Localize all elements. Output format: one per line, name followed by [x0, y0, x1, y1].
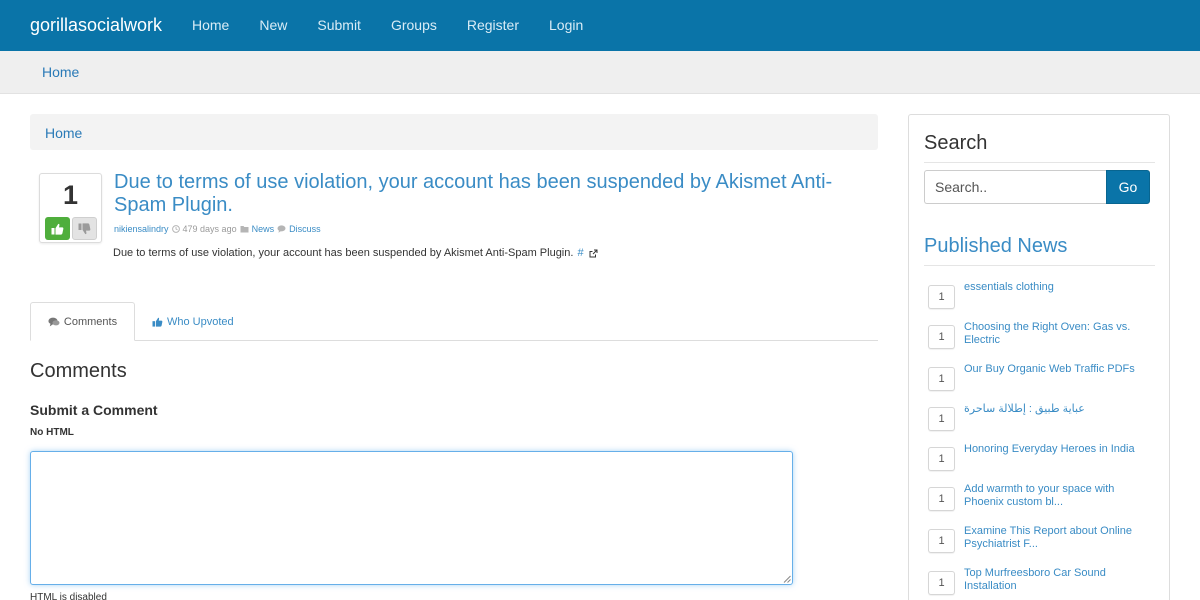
list-item: 1 Honoring Everyday Heroes in India — [928, 443, 1158, 479]
vote-box: 1 — [39, 173, 102, 243]
comment-icon — [277, 225, 286, 233]
story-description-text: Due to terms of use violation, your acco… — [113, 247, 574, 259]
list-item: 1 Examine This Report about Online Psych… — [928, 525, 1158, 561]
clock-icon — [171, 225, 180, 233]
news-title-link[interactable]: Top Murfreesboro Car Sound Installation — [964, 567, 1154, 593]
breadcrumb-home[interactable]: Home — [45, 125, 82, 141]
news-vote-badge: 1 — [928, 447, 955, 471]
external-link-icon[interactable] — [589, 249, 598, 258]
tab-comments[interactable]: Comments — [30, 302, 135, 341]
published-news-title[interactable]: Published News — [924, 235, 1067, 258]
sidebar-divider — [924, 265, 1155, 266]
nav-links: Home New Submit Groups Register Login — [177, 0, 598, 51]
news-vote-badge: 1 — [928, 367, 955, 391]
top-navbar: gorillasocialwork Home New Submit Groups… — [0, 0, 1200, 51]
search-go-button[interactable]: Go — [1106, 170, 1150, 204]
search-input[interactable] — [924, 170, 1107, 204]
news-vote-badge: 1 — [928, 407, 955, 431]
resize-grip-icon[interactable] — [783, 575, 791, 583]
list-item: 1 Our Buy Organic Web Traffic PDFs — [928, 363, 1158, 399]
tab-comments-label: Comments — [63, 315, 118, 328]
breadcrumb-bar: Home — [0, 51, 1200, 94]
downvote-button[interactable] — [72, 217, 97, 240]
story-category-link[interactable]: News — [252, 224, 275, 234]
comment-textarea[interactable] — [30, 451, 793, 585]
nav-groups[interactable]: Groups — [376, 0, 452, 51]
comments-heading: Comments — [30, 360, 127, 382]
vote-count: 1 — [62, 180, 79, 210]
folder-icon — [240, 226, 249, 233]
story-author[interactable]: nikiensalindry — [114, 224, 169, 234]
news-title-link[interactable]: Our Buy Organic Web Traffic PDFs — [964, 363, 1154, 376]
list-item: 1 essentials clothing — [928, 281, 1158, 317]
thumbs-up-outline-icon — [152, 317, 163, 327]
tab-who-upvoted-label: Who Upvoted — [167, 315, 234, 328]
thumbs-up-icon — [51, 223, 64, 235]
nav-login[interactable]: Login — [534, 0, 598, 51]
story-permalink[interactable]: # — [577, 247, 583, 259]
news-title-link[interactable]: Examine This Report about Online Psychia… — [964, 525, 1154, 551]
site-brand[interactable]: gorillasocialwork — [30, 14, 162, 36]
list-item: 1 Choosing the Right Oven: Gas vs. Elect… — [928, 321, 1158, 357]
story-meta: nikiensalindry 479 days ago News Discuss — [114, 224, 321, 234]
news-vote-badge: 1 — [928, 325, 955, 349]
nav-home[interactable]: Home — [177, 0, 244, 51]
breadcrumb-home-link[interactable]: Home — [42, 64, 79, 80]
sidebar-search-title: Search — [924, 132, 988, 154]
news-vote-badge: 1 — [928, 571, 955, 595]
story-discuss-link[interactable]: Discuss — [289, 224, 321, 234]
sidebar: Search Go Published News 1 essentials cl… — [908, 114, 1170, 600]
news-title-link[interactable]: عباية طبيق : إطلالة ساحرة — [964, 403, 1154, 416]
thumbs-down-icon — [78, 222, 91, 234]
no-html-label: No HTML — [30, 427, 74, 438]
breadcrumb: Home — [30, 114, 878, 150]
nav-new[interactable]: New — [244, 0, 302, 51]
sidebar-divider — [924, 162, 1155, 163]
list-item: 1 Top Murfreesboro Car Sound Installatio… — [928, 567, 1158, 600]
news-vote-badge: 1 — [928, 285, 955, 309]
list-item: 1 عباية طبيق : إطلالة ساحرة — [928, 403, 1158, 439]
tab-who-upvoted[interactable]: Who Upvoted — [152, 302, 234, 341]
news-title-link[interactable]: Add warmth to your space with Phoenix cu… — [964, 483, 1154, 509]
story-age: 479 days ago — [182, 224, 237, 234]
submit-comment-heading: Submit a Comment — [30, 402, 158, 418]
news-title-link[interactable]: Choosing the Right Oven: Gas vs. Electri… — [964, 321, 1154, 347]
list-item: 1 Add warmth to your space with Phoenix … — [928, 483, 1158, 519]
upvote-button[interactable] — [45, 217, 70, 240]
nav-register[interactable]: Register — [452, 0, 534, 51]
news-title-link[interactable]: Honoring Everyday Heroes in India — [964, 443, 1154, 456]
story-description: Due to terms of use violation, your acco… — [113, 247, 598, 259]
nav-submit[interactable]: Submit — [302, 0, 376, 51]
news-vote-badge: 1 — [928, 529, 955, 553]
html-disabled-note: HTML is disabled — [30, 592, 107, 600]
news-vote-badge: 1 — [928, 487, 955, 511]
news-title-link[interactable]: essentials clothing — [964, 281, 1154, 294]
comments-icon — [48, 317, 60, 326]
story-title[interactable]: Due to terms of use violation, your acco… — [114, 171, 878, 217]
